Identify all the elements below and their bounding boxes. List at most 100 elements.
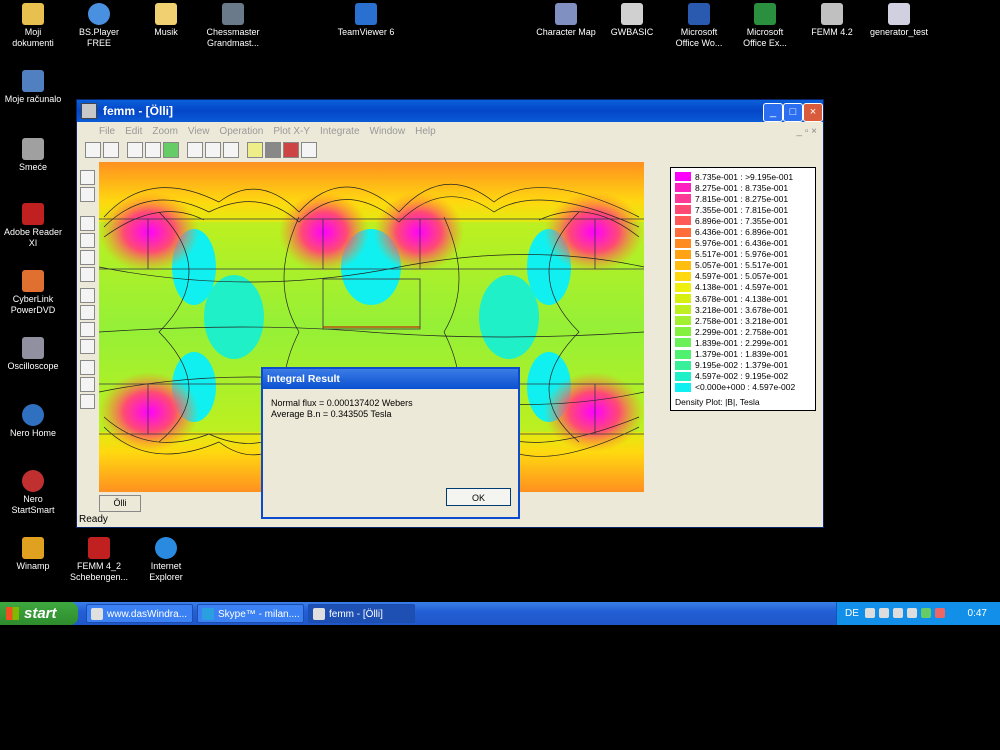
system-tray: DE 0:47 [836,602,1000,625]
menu-plot-xy[interactable]: Plot X-Y [273,126,310,137]
block-integral-icon[interactable] [223,142,239,158]
clock[interactable]: 0:47 [968,602,987,625]
open-file-icon[interactable] [103,142,119,158]
taskbar-item-browser[interactable]: www.dasWindra... [86,604,193,623]
vector-plot-icon[interactable] [283,142,299,158]
taskbar-item-skype[interactable]: Skype™ - milan.... [197,604,304,623]
pan-right-icon[interactable] [80,339,95,354]
desktop-icon-winamp[interactable]: Winamp [0,537,68,572]
computer-icon [22,70,44,92]
zoom-in-icon[interactable] [80,216,95,231]
contour-mode-icon[interactable] [145,142,161,158]
legend-row: 2.299e-001 : 2.758e-001 [675,326,811,337]
dialog-body: Normal flux = 0.000137402 Webers Average… [271,398,413,420]
pan-down-icon[interactable] [80,305,95,320]
show-mesh-icon[interactable] [80,170,95,185]
legend-row: 3.678e-001 : 4.138e-001 [675,293,811,304]
desktop-icon-moje-racunalo[interactable]: Moje računalo [0,70,68,105]
desktop-icon-powerdvd[interactable]: CyberLink PowerDVD [0,270,68,316]
legend-swatch [675,249,691,259]
area-mode-icon[interactable] [163,142,179,158]
grid-icon[interactable] [80,360,95,375]
desktop-icon-generator-test[interactable]: generator_test [864,3,934,38]
zoom-window-icon[interactable] [80,267,95,282]
window-titlebar[interactable]: femm - [Ölli] [77,100,823,122]
dialog-title[interactable]: Integral Result [263,369,518,389]
language-indicator[interactable]: DE [845,602,859,625]
integrate-icon[interactable] [187,142,203,158]
new-file-icon[interactable] [85,142,101,158]
desktop-icon-nero-home[interactable]: Nero Home [0,404,68,439]
close-button[interactable]: × [803,103,823,122]
desktop-icon-bsplayer[interactable]: BS.Player FREE [64,3,134,49]
nero-icon [22,470,44,492]
network-icon[interactable] [893,608,903,618]
desktop-icon-chessmaster[interactable]: Chessmaster Grandmast... [198,3,268,49]
desktop-icon-ms-excel[interactable]: Microsoft Office Ex... [730,3,800,49]
mdi-controls[interactable]: _ ▫ × [796,126,817,137]
desktop-icon-adobe-reader[interactable]: Adobe Reader XI [0,203,68,249]
legend-row: 4.597e-001 : 5.057e-001 [675,271,811,282]
zoom-natural-icon[interactable] [80,250,95,265]
ok-button[interactable]: OK [446,488,511,506]
legend-swatch [675,316,691,326]
menu-help[interactable]: Help [415,126,436,137]
legend-row: 5.057e-001 : 5.517e-001 [675,260,811,271]
legend-swatch [675,338,691,348]
legend-swatch [675,183,691,193]
menu-window[interactable]: Window [370,126,406,137]
pan-up-icon[interactable] [80,288,95,303]
desktop-icon-femm-pdf[interactable]: FEMM 4_2 Schebengen... [64,537,134,583]
security-icon[interactable] [921,608,931,618]
legend-row: 4.597e-002 : 9.195e-002 [675,371,811,382]
desktop-icon-teamviewer[interactable]: TeamViewer 6 [331,3,401,38]
desktop-icon-character-map[interactable]: Character Map [531,3,601,38]
keyboard-icon[interactable] [865,608,875,618]
legend-row: 4.138e-001 : 4.597e-001 [675,282,811,293]
window-title: femm - [Ölli] [103,104,174,118]
document-tab[interactable]: Ölli [99,495,141,512]
menu-zoom[interactable]: Zoom [152,126,178,137]
pointer-icon[interactable] [301,142,317,158]
line-integral-icon[interactable] [205,142,221,158]
adobe-reader-icon [22,203,44,225]
taskbar-item-femm[interactable]: femm - [Ölli] [308,604,415,623]
desktop-icon-ms-word[interactable]: Microsoft Office Wo... [664,3,734,49]
mesh-icon[interactable] [247,142,263,158]
desktop-icon-moji-dokumenti[interactable]: Moji dokumenti [0,3,68,49]
legend-swatch [675,216,691,226]
snap-grid-icon[interactable] [80,377,95,392]
menu-view[interactable]: View [188,126,210,137]
desktop-icon-musik[interactable]: Musik [131,3,201,38]
legend-swatch [675,305,691,315]
density-plot-icon[interactable] [265,142,281,158]
zoom-out-icon[interactable] [80,233,95,248]
pan-left-icon[interactable] [80,322,95,337]
point-mode-icon[interactable] [127,142,143,158]
desktop-icon-gwbasic[interactable]: GWBASIC [597,3,667,38]
menu-file[interactable]: File [99,126,115,137]
show-names-icon[interactable] [80,187,95,202]
maximize-button[interactable]: □ [783,103,803,122]
menu-edit[interactable]: Edit [125,126,142,137]
folder-icon [22,3,44,25]
tray-app-icon[interactable] [935,608,945,618]
legend-row: 5.517e-001 : 5.976e-001 [675,249,811,260]
menu-operation[interactable]: Operation [219,126,263,137]
desktop-icon-oscilloscope[interactable]: Oscilloscope [0,337,68,372]
desktop-icon-internet-explorer[interactable]: Internet Explorer [131,537,201,583]
toolbar [77,140,823,160]
grid-size-icon[interactable] [80,394,95,409]
desktop-icon-smece[interactable]: Smeće [0,138,68,173]
volume-icon[interactable] [907,608,917,618]
minimize-button[interactable]: _ [763,103,783,122]
menu-integrate[interactable]: Integrate [320,126,359,137]
legend-row: 1.379e-001 : 1.839e-001 [675,349,811,360]
desktop-icon-nero-startsmart[interactable]: Nero StartSmart [0,470,68,516]
help-icon[interactable] [879,608,889,618]
integral-result-dialog[interactable]: Integral Result Normal flux = 0.00013740… [261,367,520,519]
normal-flux-text: Normal flux = 0.000137402 Webers [271,398,413,408]
desktop-icon-femm[interactable]: FEMM 4.2 [797,3,867,38]
start-button[interactable]: start [0,602,78,625]
teamviewer-icon [355,3,377,25]
